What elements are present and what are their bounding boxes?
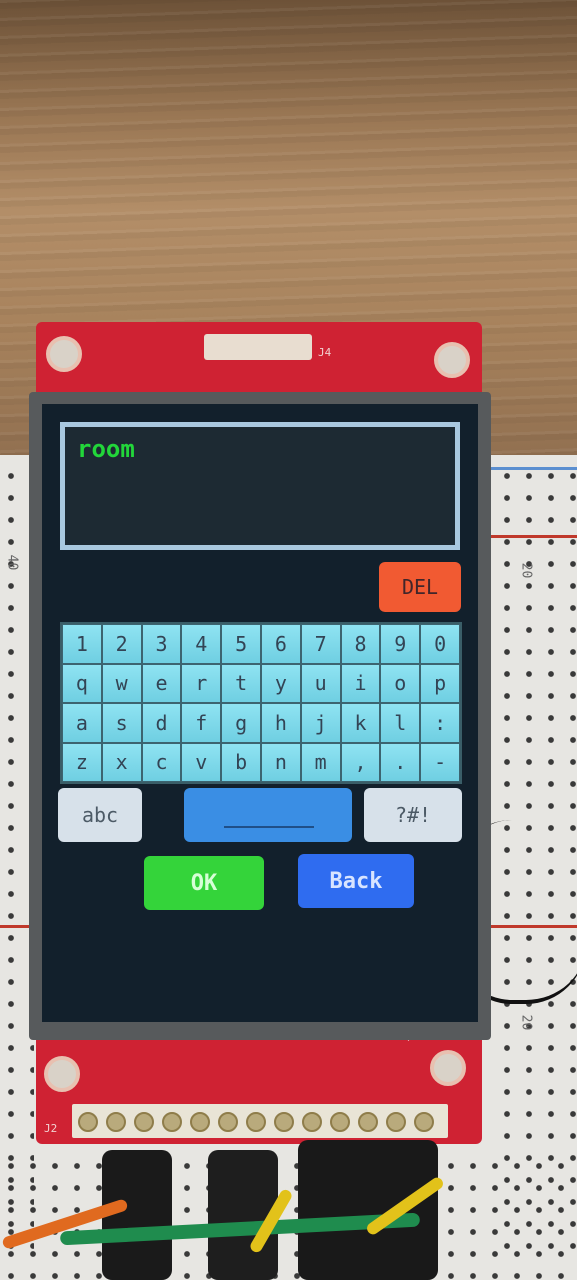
- key[interactable]: w: [101, 663, 142, 703]
- connector-label-top: J4: [318, 346, 332, 359]
- typed-text: room: [77, 435, 135, 463]
- key[interactable]: c: [141, 742, 182, 782]
- header-pin: [302, 1112, 322, 1132]
- header-pin: [106, 1112, 126, 1132]
- ok-button[interactable]: OK: [144, 856, 264, 910]
- key[interactable]: e: [141, 663, 182, 703]
- rail-blue: [490, 467, 577, 470]
- key[interactable]: t: [221, 663, 261, 703]
- touchscreen: room DEL 1 2 3 4 5 6 7 8 9 0 q w e r t y…: [42, 404, 478, 1022]
- key[interactable]: 6: [260, 624, 301, 664]
- mounting-hole-bottom-right: [430, 1050, 466, 1086]
- key[interactable]: 7: [300, 624, 341, 664]
- delete-button[interactable]: DEL: [379, 562, 461, 612]
- header-pin: [414, 1112, 434, 1132]
- header-pin: [190, 1112, 210, 1132]
- header-pin: [330, 1112, 350, 1132]
- key[interactable]: i: [340, 663, 381, 703]
- key[interactable]: ,: [340, 742, 381, 782]
- breadboard-number-right: 20: [518, 562, 534, 579]
- on-screen-keyboard: 1 2 3 4 5 6 7 8 9 0 q w e r t y u i o p …: [60, 622, 462, 784]
- header-pin: [358, 1112, 378, 1132]
- key[interactable]: 9: [380, 624, 421, 664]
- key[interactable]: g: [221, 703, 261, 743]
- header-pin: [162, 1112, 182, 1132]
- jumper-wire-black: [102, 1150, 172, 1280]
- lowercase-mode-button[interactable]: abc: [58, 788, 142, 842]
- key[interactable]: j: [300, 703, 341, 743]
- key[interactable]: n: [260, 742, 301, 782]
- key[interactable]: m: [300, 742, 341, 782]
- key[interactable]: y: [260, 663, 301, 703]
- key[interactable]: x: [101, 742, 142, 782]
- back-button[interactable]: Back: [298, 854, 414, 908]
- key[interactable]: :: [420, 703, 460, 743]
- key[interactable]: r: [181, 663, 222, 703]
- header-pin: [134, 1112, 154, 1132]
- key[interactable]: 8: [340, 624, 381, 664]
- key[interactable]: -: [420, 742, 460, 782]
- key[interactable]: b: [221, 742, 261, 782]
- key[interactable]: 4: [181, 624, 222, 664]
- key[interactable]: s: [101, 703, 142, 743]
- header-pin: [274, 1112, 294, 1132]
- pin-header: [72, 1104, 448, 1138]
- jumper-wire-black: [298, 1140, 438, 1280]
- key[interactable]: 3: [141, 624, 182, 664]
- header-pin: [386, 1112, 406, 1132]
- key[interactable]: a: [62, 703, 102, 743]
- key[interactable]: p: [420, 663, 460, 703]
- key[interactable]: q: [62, 663, 102, 703]
- key[interactable]: u: [300, 663, 341, 703]
- space-icon: [224, 826, 314, 828]
- mounting-hole-top-left: [46, 336, 82, 372]
- key[interactable]: k: [340, 703, 381, 743]
- key[interactable]: f: [181, 703, 222, 743]
- header-pin: [78, 1112, 98, 1132]
- key[interactable]: 1: [62, 624, 102, 664]
- header-pin: [246, 1112, 266, 1132]
- key[interactable]: .: [380, 742, 421, 782]
- space-button[interactable]: [184, 788, 352, 842]
- key[interactable]: 5: [221, 624, 261, 664]
- mounting-hole-top-right: [434, 342, 470, 378]
- key[interactable]: l: [380, 703, 421, 743]
- top-connector: [204, 334, 312, 360]
- key[interactable]: d: [141, 703, 182, 743]
- text-input-box[interactable]: room: [60, 422, 460, 550]
- connector-label-bottom: J2: [44, 1122, 58, 1135]
- key[interactable]: h: [260, 703, 301, 743]
- symbols-mode-button[interactable]: ?#!: [364, 788, 462, 842]
- header-pin: [218, 1112, 238, 1132]
- breadboard-number-left: 40: [4, 554, 20, 571]
- mounting-hole-bottom-left: [44, 1056, 80, 1092]
- key[interactable]: 0: [420, 624, 460, 664]
- rail-red: [490, 535, 577, 538]
- key[interactable]: 2: [101, 624, 142, 664]
- breadboard-number-right-lower: 20: [518, 1014, 534, 1031]
- key[interactable]: z: [62, 742, 102, 782]
- key[interactable]: o: [380, 663, 421, 703]
- key[interactable]: v: [181, 742, 222, 782]
